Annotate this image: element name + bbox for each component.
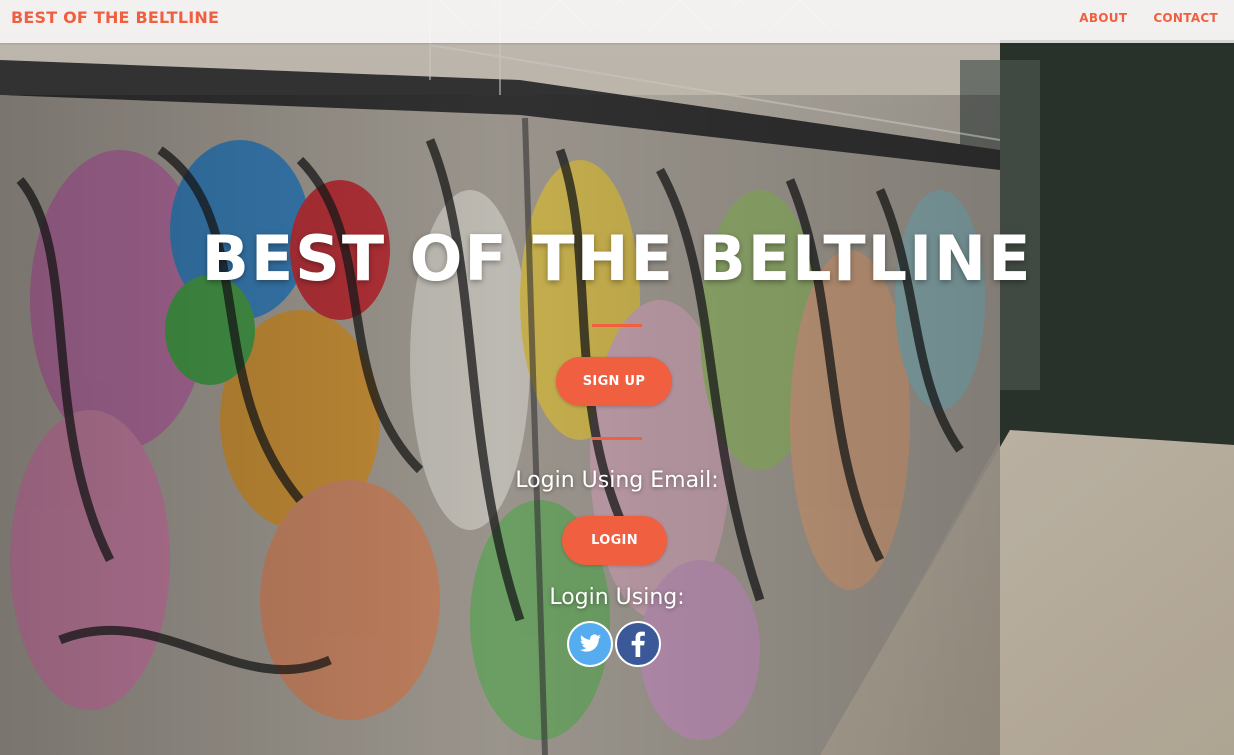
login-button[interactable]: LOGIN: [562, 516, 667, 565]
nav-links: ABOUT CONTACT: [1079, 11, 1218, 25]
facebook-icon: [631, 631, 645, 657]
nav-link-about[interactable]: ABOUT: [1079, 11, 1127, 25]
divider-bottom: [592, 437, 642, 440]
divider-top: [592, 324, 642, 327]
hero-title: BEST OF THE BELTLINE: [201, 222, 1033, 295]
twitter-login-button[interactable]: [567, 621, 613, 667]
sign-up-button[interactable]: SIGN UP: [556, 357, 672, 406]
facebook-login-button[interactable]: [615, 621, 661, 667]
twitter-icon: [569, 623, 611, 665]
social-login-prompt: Login Using:: [549, 585, 685, 610]
nav-link-contact[interactable]: CONTACT: [1153, 11, 1218, 25]
brand-logo-link[interactable]: BEST OF THE BELTLINE: [11, 8, 219, 27]
top-navbar: BEST OF THE BELTLINE ABOUT CONTACT: [0, 0, 1234, 43]
email-login-prompt: Login Using Email:: [515, 468, 719, 493]
